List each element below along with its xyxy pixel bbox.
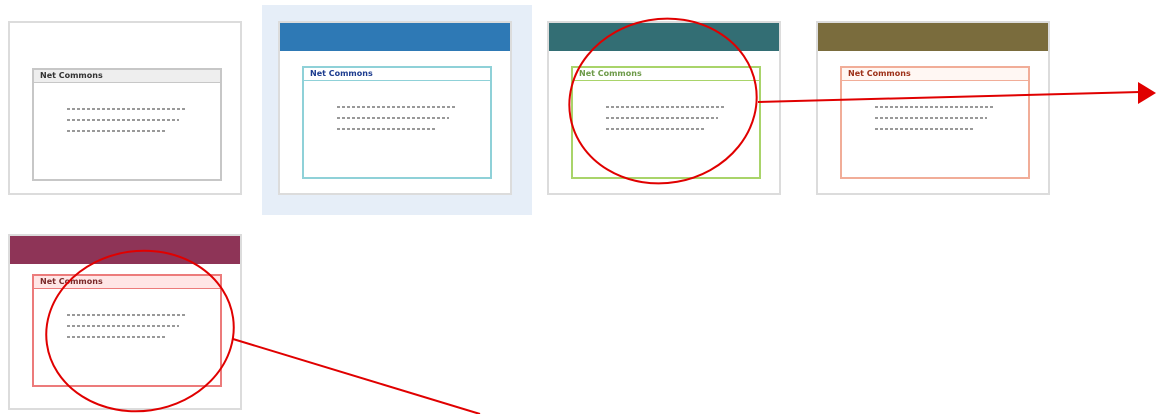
header-bar xyxy=(818,23,1048,51)
frame-preview: Net Commons xyxy=(302,66,492,179)
frame-preview: Net Commons xyxy=(32,68,222,181)
annotation-line-down xyxy=(232,338,481,414)
frame-preview: Net Commons xyxy=(571,66,761,179)
header-bar xyxy=(549,23,779,51)
frame-body-text xyxy=(606,106,724,139)
frame-title: Net Commons xyxy=(34,70,220,83)
header-bar xyxy=(280,23,510,51)
theme-thumbnail-olive[interactable]: Net Commons xyxy=(816,21,1050,195)
frame-body-text xyxy=(67,314,185,347)
frame-body-text xyxy=(337,106,455,139)
theme-thumbnail-default[interactable]: Net Commons xyxy=(8,21,242,195)
frame-preview: Net Commons xyxy=(840,66,1030,179)
arrowhead-icon xyxy=(1138,82,1156,104)
frame-body-text xyxy=(875,106,993,139)
theme-thumbnail-blue[interactable]: Net Commons xyxy=(278,21,512,195)
frame-title: Net Commons xyxy=(573,68,759,81)
header-bar xyxy=(10,236,240,264)
frame-preview: Net Commons xyxy=(32,274,222,387)
frame-body-text xyxy=(67,108,185,141)
theme-thumbnail-teal[interactable]: Net Commons xyxy=(547,21,781,195)
frame-title: Net Commons xyxy=(34,276,220,289)
frame-title: Net Commons xyxy=(842,68,1028,81)
theme-thumbnail-plum[interactable]: Net Commons xyxy=(8,234,242,410)
frame-title: Net Commons xyxy=(304,68,490,81)
